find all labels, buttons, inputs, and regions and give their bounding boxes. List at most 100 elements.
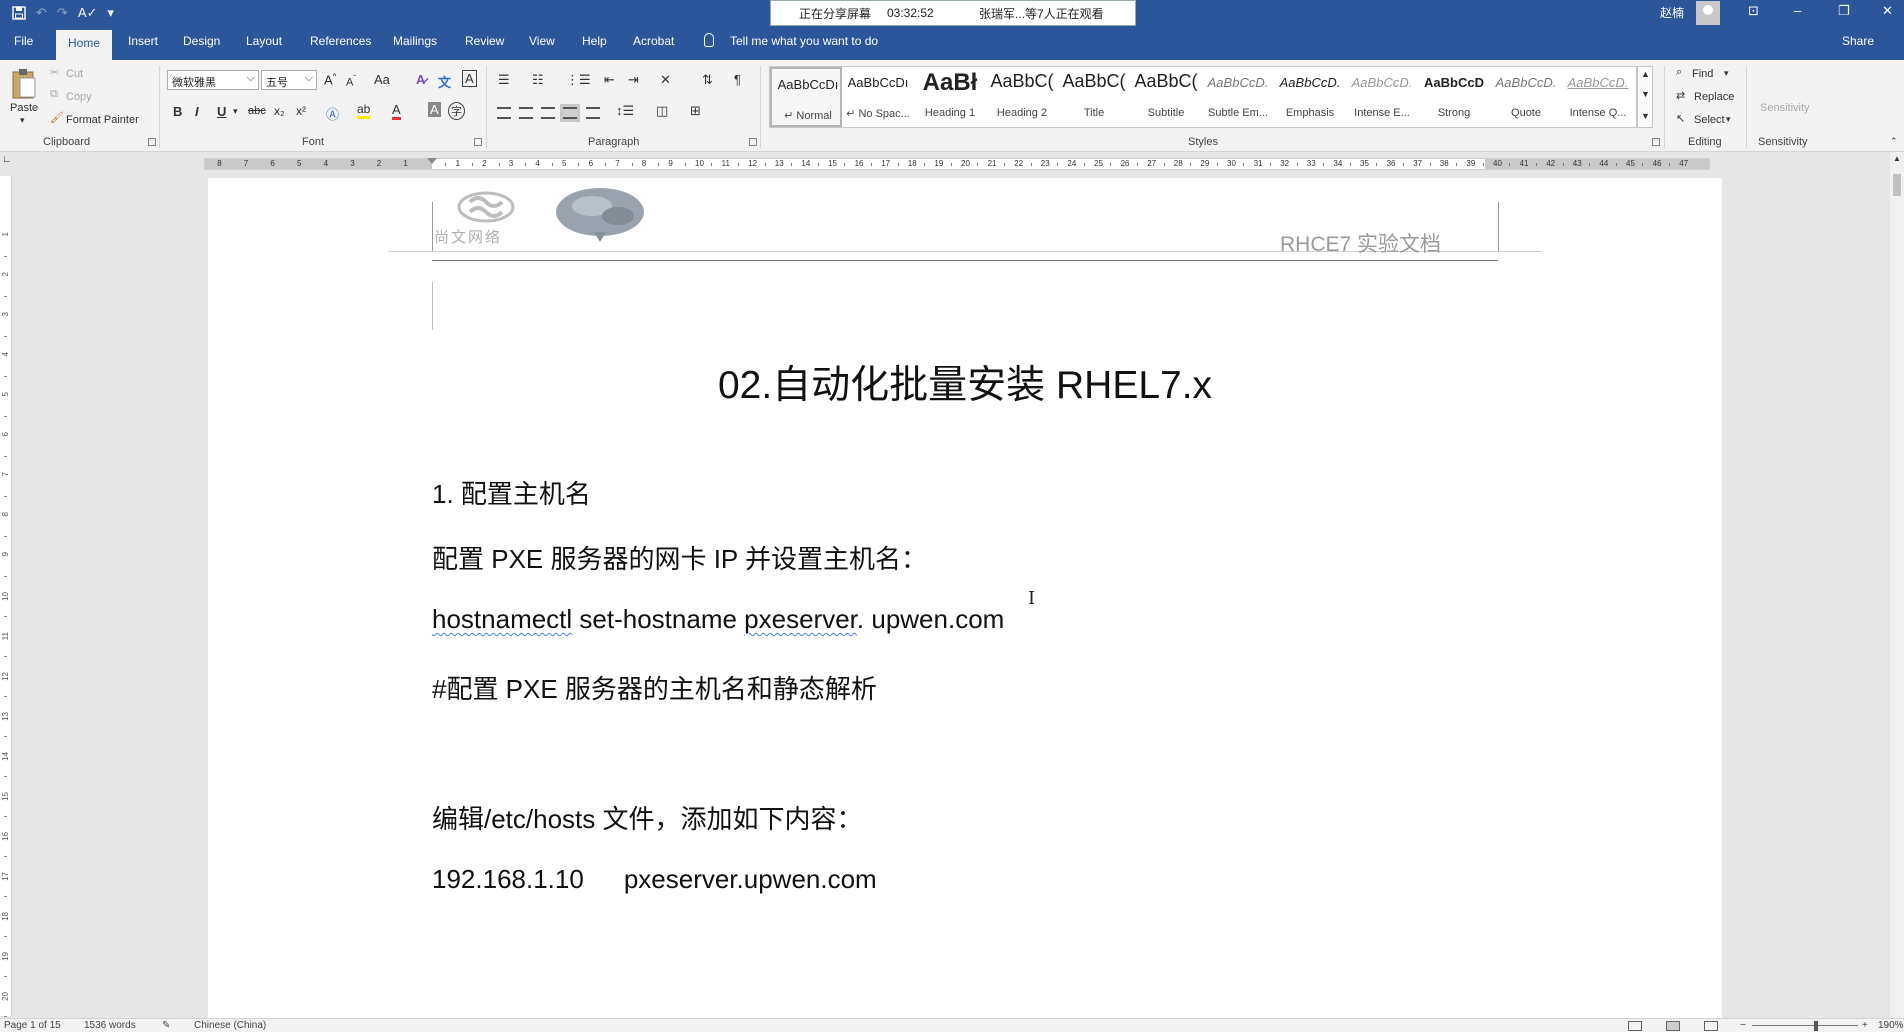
sort-icon[interactable]: ⇅ [702,72,713,88]
font-launcher-icon[interactable] [474,138,482,146]
scroll-up-icon[interactable]: ▲ [1893,154,1901,163]
web-layout-icon[interactable] [1704,1021,1718,1031]
page-count[interactable]: Page 1 of 15 [4,1019,61,1032]
collapse-ribbon-icon[interactable]: ⌃ [1890,136,1898,147]
first-line-indent-marker[interactable] [427,158,437,164]
phonetic-guide-icon[interactable]: 文 [438,72,451,91]
grow-font-icon[interactable]: A^ [324,72,336,87]
save-icon[interactable] [12,6,26,20]
zoom-out-button[interactable]: − [1740,1019,1746,1032]
chevron-down-icon[interactable]: ▼ [1641,89,1650,99]
tab-insert[interactable]: Insert [128,34,158,48]
document-canvas[interactable]: 尚文网络 RHCE7 实验文档 02.自动化批量安装 RHEL7.x 1. 配置… [14,172,1890,1018]
shrink-font-icon[interactable]: Aˇ [346,74,356,89]
replace-icon[interactable]: ⇄ [1676,89,1685,102]
zoom-slider-thumb[interactable] [1814,1021,1818,1031]
copy-button[interactable]: Copy [66,91,92,103]
share-button[interactable]: Share [1842,34,1874,48]
print-layout-icon[interactable] [1666,1021,1680,1031]
restore-icon[interactable]: ❐ [1838,3,1850,19]
style-normal[interactable]: AaBbCcDı ↵ Normal [770,67,842,127]
proofing-icon[interactable]: ✎ [162,1019,170,1032]
style-title[interactable]: AaBbC( Title [1058,67,1130,127]
document-page[interactable]: 尚文网络 RHCE7 实验文档 02.自动化批量安装 RHEL7.x 1. 配置… [208,178,1722,1018]
tab-references[interactable]: References [310,34,371,48]
clear-formatting-icon[interactable]: A̷ [416,72,425,87]
zoom-slider[interactable] [1752,1025,1858,1026]
borders-icon[interactable]: ⊞ [690,103,701,119]
align-left-icon[interactable] [497,107,511,119]
style-intense-quote[interactable]: AaBbCcD. Intense Q... [1562,67,1636,127]
document-title[interactable]: 02.自动化批量安装 RHEL7.x [208,354,1722,410]
align-center-icon[interactable] [519,107,533,119]
cut-icon[interactable]: ✂ [50,66,59,79]
font-size-select[interactable]: 五号 [261,70,317,90]
font-color-icon[interactable]: A [392,102,401,120]
enclose-characters-icon[interactable]: 字 [448,102,465,120]
tab-file[interactable]: File [14,34,33,48]
paragraph-hostname-command[interactable]: hostnamectl set-hostname pxeserver. upwe… [432,604,1004,635]
share-viewers[interactable]: 张瑞军...等7人正在观看 [979,5,1104,22]
paragraph-edit-hosts[interactable]: 编辑/etc/hosts 文件，添加如下内容： [432,799,863,836]
font-name-select[interactable]: 微软雅黑 [167,70,259,90]
increase-indent-icon[interactable]: ⇥ [628,72,639,88]
user-name[interactable]: 赵楠 [1660,4,1684,21]
cut-button[interactable]: Cut [66,68,83,80]
chevron-up-icon[interactable]: ▲ [1641,69,1650,79]
tab-selector-icon[interactable]: ∟ [2,154,12,165]
highlight-color-icon[interactable]: ab [357,102,371,119]
copy-icon[interactable]: ⧉ [50,88,58,101]
paragraph-hosts-entry[interactable]: 192.168.1.10 pxeserver.upwen.com [432,864,877,895]
style-emphasis[interactable]: AaBbCcD. Emphasis [1274,67,1346,127]
style-quote[interactable]: AaBbCcD. Quote [1490,67,1562,127]
tab-home[interactable]: Home [56,30,113,60]
language-indicator[interactable]: Chinese (China) [194,1019,266,1032]
minimize-icon[interactable]: – [1794,3,1801,18]
customize-qat-icon[interactable]: ▾ [107,5,114,21]
line-spacing-icon[interactable]: ↕☰ [616,103,634,119]
select-button[interactable]: Select [1694,114,1725,126]
tab-view[interactable]: View [529,34,555,48]
ribbon-display-options-icon[interactable]: ⊡ [1748,3,1759,19]
chinese-layout-icon[interactable]: ✕ [660,72,671,88]
spelling-icon[interactable]: A✓ [78,5,98,21]
sensitivity-button[interactable]: Sensitivity [1760,102,1810,114]
select-dropdown-icon[interactable]: ▾ [1726,114,1731,125]
text-effects-icon[interactable]: Ⓐ [326,104,339,123]
tab-help[interactable]: Help [582,34,607,48]
distributed-icon[interactable] [586,107,600,119]
find-button[interactable]: Find [1692,68,1713,80]
vertical-scrollbar[interactable]: ▲ [1890,152,1904,1018]
redo-icon[interactable]: ↷ [57,5,68,21]
vertical-ruler[interactable]: 1 2 3 4 5 6 7 8 9 10 11 12 13 14 15 16 17 18 19 20 [0,176,12,1017]
style-intense-emphasis[interactable]: AaBbCcD. Intense E... [1346,67,1418,127]
heading-configure-hostname[interactable]: 1. 配置主机名 [432,474,591,511]
zoom-in-button[interactable]: + [1862,1019,1868,1032]
horizontal-ruler[interactable]: 8 7 6 5 4 3 2 1 1 2 3 4 5 6 7 8 9 10 11 12 13 14 15 16 17 18 19 20 2… [204,158,1710,170]
show-marks-icon[interactable]: ¶ [734,72,741,87]
shading-icon[interactable]: ◫ [656,103,668,119]
style-no-spacing[interactable]: AaBbCcDı ↵ No Spac... [842,67,914,127]
find-dropdown-icon[interactable]: ▾ [1724,68,1729,79]
format-painter-icon[interactable]: 🖌 [50,111,64,124]
decrease-indent-icon[interactable]: ⇤ [604,72,615,88]
superscript-button[interactable]: x² [296,104,306,118]
close-icon[interactable]: ✕ [1882,3,1893,19]
style-heading-2[interactable]: AaBbC( Heading 2 [986,67,1058,127]
underline-dropdown-icon[interactable]: ▾ [233,106,238,117]
style-strong[interactable]: AaBbCcD Strong [1418,67,1490,127]
zoom-level[interactable]: 190% [1878,1019,1904,1032]
replace-button[interactable]: Replace [1694,91,1734,103]
read-mode-icon[interactable] [1628,1021,1642,1031]
change-case-icon[interactable]: Aa [374,72,390,87]
styles-launcher-icon[interactable] [1652,138,1660,146]
select-cursor-icon[interactable]: ↖ [1676,112,1685,125]
strikethrough-button[interactable]: abc [248,105,266,117]
search-icon[interactable]: ⌕ [1676,66,1682,79]
multilevel-list-icon[interactable]: ⋮☰ [566,72,591,88]
style-heading-1[interactable]: AaBł Heading 1 [914,67,986,127]
paste-icon[interactable] [10,68,38,100]
italic-button[interactable]: I [195,104,199,119]
more-styles-icon[interactable]: ▼ [1641,111,1650,121]
tell-me-search[interactable]: Tell me what you want to do [730,34,878,48]
